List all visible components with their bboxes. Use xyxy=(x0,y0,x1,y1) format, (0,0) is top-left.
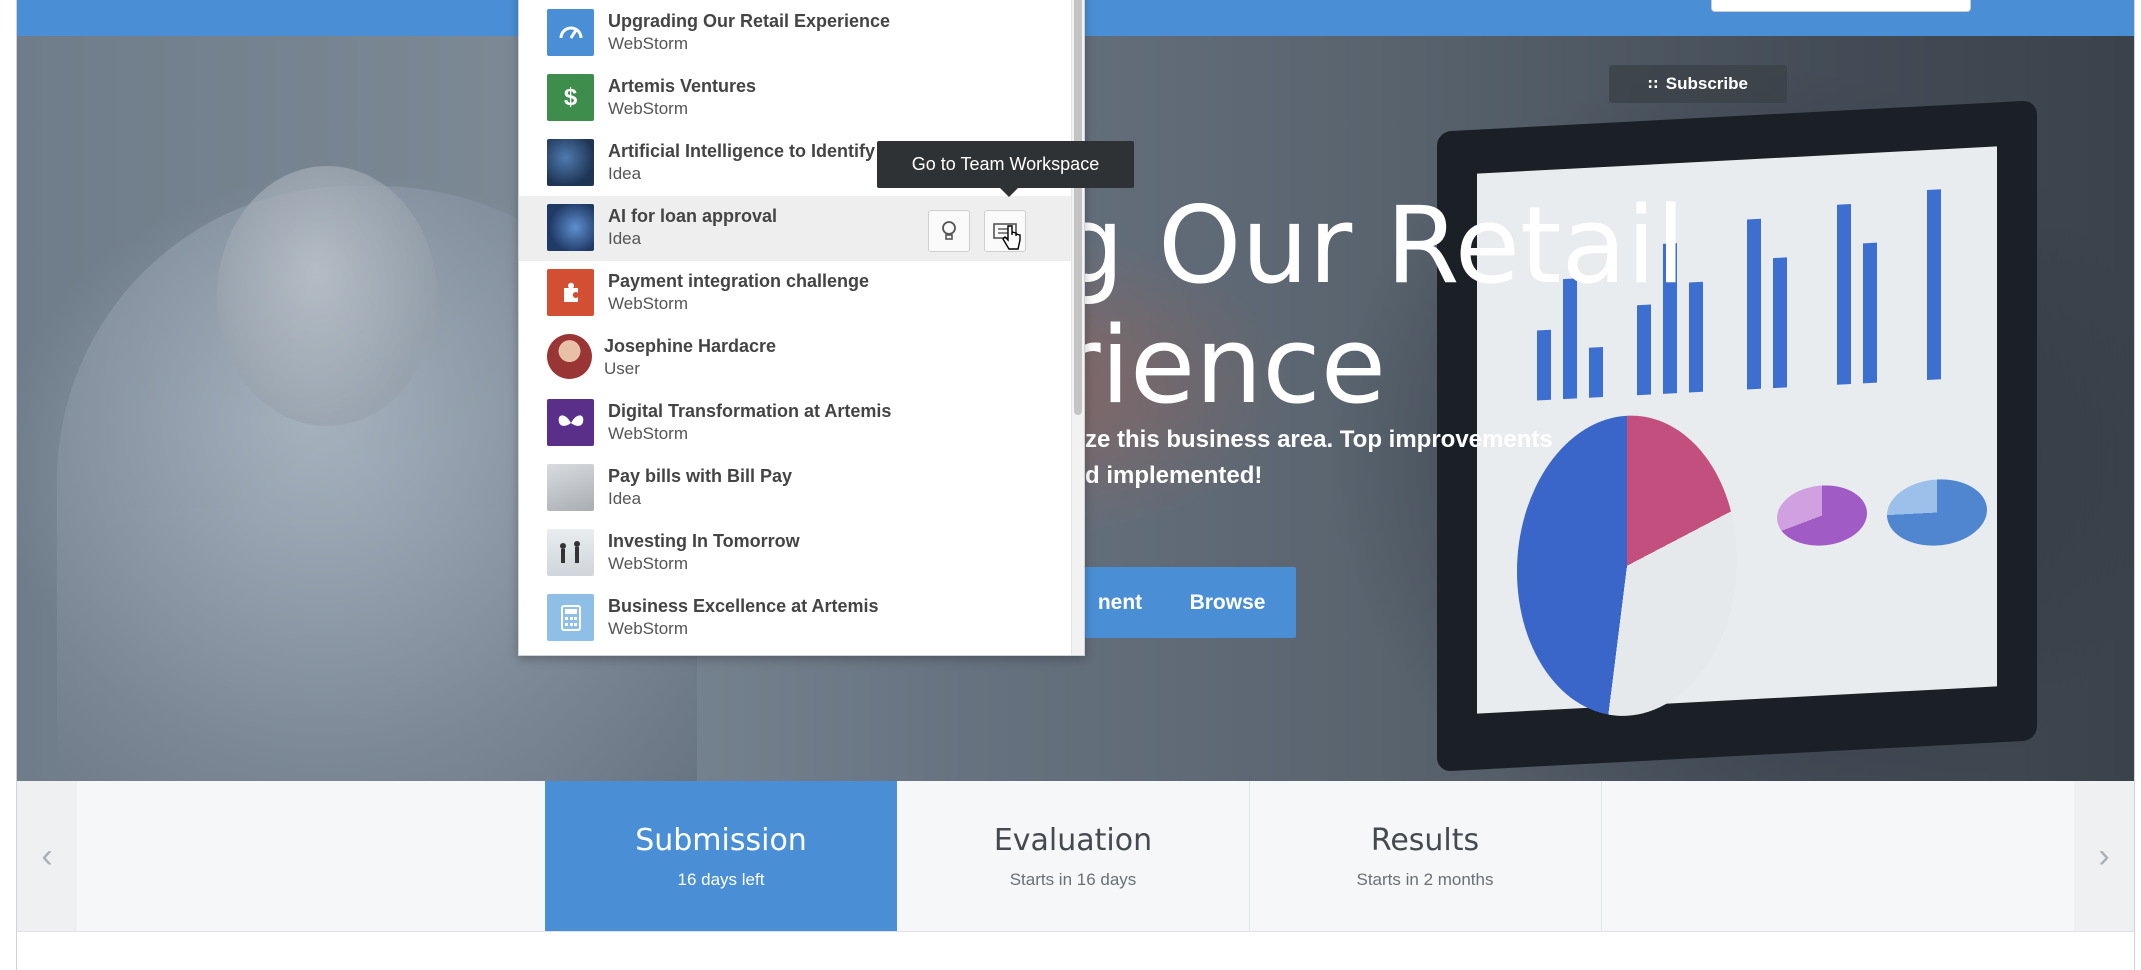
result-type: WebStorm xyxy=(608,554,688,573)
result-item[interactable]: AI for loan approval Idea xyxy=(519,196,1071,261)
result-item[interactable]: Upgrading Our Retail Experience WebStorm xyxy=(519,1,1071,66)
result-type: Idea xyxy=(608,229,642,248)
money-bag-icon: $ xyxy=(547,74,594,121)
phase-timeline: ‹ Submission 16 days left Evaluation Sta… xyxy=(17,781,2134,931)
phase-subtitle: 16 days left xyxy=(677,870,765,889)
rss-icon: ∷ xyxy=(1648,75,1658,92)
dropdown-scrollbar-thumb[interactable] xyxy=(1074,0,1082,415)
result-type: WebStorm xyxy=(608,424,688,443)
hand-cursor-icon xyxy=(1002,224,1022,252)
hero-description-line: and implemented! xyxy=(1057,462,1263,489)
phase-title: Results xyxy=(1370,823,1480,858)
hero-background-person-head xyxy=(217,166,437,426)
result-name: Upgrading Our Retail Experience xyxy=(608,11,891,31)
puzzle-icon xyxy=(547,269,594,316)
result-name: Artemis Ventures xyxy=(608,76,757,96)
result-type: WebStorm xyxy=(608,294,688,313)
monitor-bar xyxy=(1689,281,1703,393)
bill-image xyxy=(547,464,594,511)
subscribe-label: Subscribe xyxy=(1665,74,1748,93)
galaxy-image xyxy=(547,139,594,186)
phase-submission[interactable]: Submission 16 days left xyxy=(545,781,897,931)
hero-title: g Our Retail rience xyxy=(1057,186,1685,426)
result-type: WebStorm xyxy=(608,619,688,638)
monitor-bar xyxy=(1927,189,1941,381)
result-name: Payment integration challenge xyxy=(608,271,870,291)
subscribe-button[interactable]: ∷ Subscribe xyxy=(1609,65,1787,103)
browse-button[interactable]: Browse xyxy=(1159,567,1296,638)
monitor-pie-graphic-small xyxy=(1887,476,1987,549)
monitor-bar xyxy=(1837,204,1851,385)
result-name: Josephine Hardacre xyxy=(604,336,777,356)
result-type: WebStorm xyxy=(608,99,688,118)
hero-title-line: rience xyxy=(1057,304,1386,427)
result-item[interactable]: Digital Transformation at Artemis WebSto… xyxy=(519,391,1071,456)
result-name: Digital Transformation at Artemis xyxy=(608,401,892,421)
hero-description: mize this business area. Top improvement… xyxy=(1057,422,1553,494)
chevron-right-icon[interactable]: › xyxy=(2074,781,2134,931)
result-type: Idea xyxy=(608,489,642,508)
result-item[interactable]: $ Artemis Ventures WebStorm xyxy=(519,66,1071,131)
network-image xyxy=(547,204,594,251)
user-avatar xyxy=(547,334,592,379)
result-name: Pay bills with Bill Pay xyxy=(608,466,793,486)
search-results-dropdown: Upgrading Our Retail Experience WebStorm… xyxy=(518,0,1085,656)
dropdown-scrollbar[interactable] xyxy=(1071,0,1084,655)
result-type: Idea xyxy=(608,164,642,183)
phase-title: Submission xyxy=(635,823,807,858)
butterfly-icon xyxy=(547,399,594,446)
result-name: Business Excellence at Artemis xyxy=(608,596,879,616)
result-item[interactable]: Payment integration challenge WebStorm xyxy=(519,261,1071,326)
hero-description-line: mize this business area. Top improvement… xyxy=(1057,426,1553,453)
calculator-icon xyxy=(547,594,594,641)
lightbulb-icon[interactable] xyxy=(928,210,970,252)
phase-title: Evaluation xyxy=(993,823,1153,858)
result-name: Investing In Tomorrow xyxy=(608,531,800,551)
tooltip: Go to Team Workspace xyxy=(877,141,1134,188)
result-name: AI for loan approval xyxy=(608,206,778,226)
monitor-bar xyxy=(1747,218,1761,390)
monitor-pie-graphic-small xyxy=(1777,483,1867,548)
result-type: WebStorm xyxy=(608,34,688,53)
chevron-left-icon[interactable]: ‹ xyxy=(17,781,77,931)
phase-results[interactable]: Results Starts in 2 months xyxy=(1249,781,1602,931)
result-type: User xyxy=(604,359,640,378)
result-item[interactable]: Josephine Hardacre User xyxy=(519,326,1071,391)
result-name: Artificial Intelligence to Identify xyxy=(608,141,876,161)
result-item[interactable]: Business Excellence at Artemis WebStorm xyxy=(519,586,1071,651)
monitor-bar xyxy=(1863,242,1877,384)
page: ∷ Subscribe g Our Retail rience mize thi… xyxy=(16,0,2135,970)
people-image xyxy=(547,529,594,576)
phase-subtitle: Starts in 16 days xyxy=(1009,870,1137,889)
monitor-bar xyxy=(1773,257,1787,389)
gauge-icon xyxy=(547,9,594,56)
result-item[interactable]: Investing In Tomorrow WebStorm xyxy=(519,521,1071,586)
tooltip-arrow xyxy=(1000,188,1018,197)
result-item[interactable]: Pay bills with Bill Pay Idea xyxy=(519,456,1071,521)
phase-evaluation[interactable]: Evaluation Starts in 16 days xyxy=(897,781,1250,931)
divider xyxy=(17,931,2134,932)
search-input[interactable] xyxy=(1711,0,1971,12)
phase-subtitle: Starts in 2 months xyxy=(1356,870,1494,889)
hero-title-line: g Our Retail xyxy=(1057,184,1686,307)
